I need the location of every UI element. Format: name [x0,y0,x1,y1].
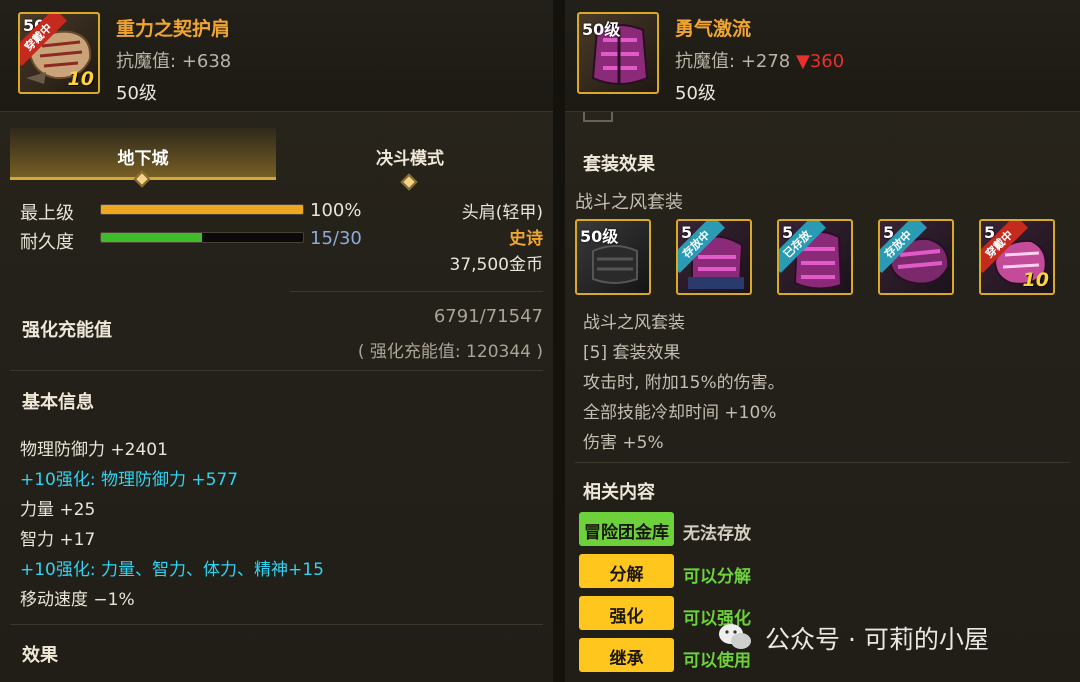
set-piece-icon[interactable]: 穿戴中 5 10 [979,219,1055,295]
tag-label: 继承 [609,649,644,669]
item-tooltip-right: 50级 勇气激流 抗魔值: +278 ▼360 50级 套装效果 战斗之风套装 … [565,0,1080,682]
item-name: 勇气激流 [675,18,752,40]
item-header: 50级 勇气激流 抗魔值: +278 ▼360 50级 [565,0,1080,112]
set-piece-icon[interactable]: 存放中 5 [878,219,954,295]
watermark-text: 公众号 · 可莉的小屋 [765,625,989,654]
magic-resist-down: ▼360 [796,51,845,72]
durability-value: 15/30 [310,228,362,249]
stat-line: +10强化: 物理防御力 +577 [20,470,239,490]
charge-sub: ( 强化充能值: 120344 ) [357,342,543,362]
divider [10,370,543,371]
tab-dungeon[interactable]: 地下城 [10,128,276,188]
item-slot: 头肩(轻甲) [461,203,543,223]
stat-line: 物理防御力 +2401 [20,440,168,460]
adventure-vault-tag[interactable]: 冒险团金库 [579,512,674,546]
tab-diamond-icon [400,173,418,191]
item-rarity: 史诗 [509,229,543,249]
shoulder-armor-icon[interactable]: 50 穿戴中 10 [18,12,100,94]
grade-value: 100% [310,200,362,221]
stat-line: 智力 +17 [20,530,96,550]
set-desc-line: 伤害 +5% [583,433,664,453]
divider [575,462,1070,463]
durability-bar [100,232,304,243]
icon-level-badge: 5 [883,223,895,242]
grade-bar-fill [101,205,303,214]
icon-level-badge: 50级 [582,20,621,39]
item-price: 37,500金币 [449,255,543,275]
tab-pvp-label: 决斗模式 [376,149,444,169]
charge-title: 强化充能值 [22,320,112,341]
magic-resist-label: 抗魔值: [116,51,177,72]
set-piece-icon[interactable]: 已存放 5 [777,219,853,295]
set-piece-icon[interactable]: 50级 [575,219,651,295]
icon-level-badge: 50级 [580,227,619,246]
magic-resist-label: 抗魔值: [675,51,736,72]
wechat-icon [719,624,751,649]
inherit-tag[interactable]: 继承 [579,638,674,672]
tab-dungeon-label: 地下城 [117,149,169,169]
magic-resist-value: +278 [740,51,791,72]
charge-value: 6791/71547 [433,306,543,327]
tag-label: 强化 [609,607,644,627]
stat-line: 移动速度 −1% [20,590,135,610]
tag-label: 冒险团金库 [584,523,669,543]
divider [290,291,543,292]
durability-label: 耐久度 [20,232,74,253]
tag-label: 分解 [609,565,644,585]
item-level: 50级 [675,83,716,104]
icon-level-badge: 5 [681,223,693,242]
set-effect-title: 套装效果 [583,154,655,175]
vault-status: 无法存放 [683,524,751,544]
item-name: 重力之契护肩 [116,18,231,40]
enhance-level: 10 [67,68,94,90]
item-level: 50级 [116,83,157,104]
grade-label: 最上级 [20,203,74,224]
magic-resist: 抗魔值: +638 [116,47,231,73]
enhance-level: 10 [1022,269,1049,291]
durability-bar-fill [101,233,202,242]
set-name: 战斗之风套装 [575,192,683,213]
panel-divider [553,0,565,682]
set-desc-line: [5] 套装效果 [583,343,681,363]
enhance-tag[interactable]: 强化 [579,596,674,630]
stat-line: 力量 +25 [20,500,96,520]
icon-level-badge: 5 [782,223,794,242]
magic-resist-value: +638 [181,51,232,72]
magic-resist: 抗魔值: +278 ▼360 [675,47,844,73]
disassemble-tag[interactable]: 分解 [579,554,674,588]
effect-title: 效果 [22,645,58,666]
disassemble-status: 可以分解 [683,567,751,587]
tab-pvp[interactable]: 决斗模式 [277,128,543,191]
icon-level-badge: 5 [984,223,996,242]
set-piece-icon[interactable]: 存放中 5 [676,219,752,295]
grade-bar [100,204,304,215]
mode-tabs: 地下城 决斗模式 [10,128,543,191]
tab-diamond-icon [133,170,151,188]
stat-line: +10强化: 力量、智力、体力、精神+15 [20,560,324,580]
divider [10,624,543,625]
basic-info-title: 基本信息 [22,392,94,413]
related-title: 相关内容 [583,482,655,503]
set-desc-line: 攻击时, 附加15%的伤害。 [583,373,785,393]
item-header: 50 穿戴中 10 重力之契护肩 抗魔值: +638 50级 [0,0,553,112]
set-desc-line: 全部技能冷却时间 +10% [583,403,777,423]
item-tooltip-left: 50 穿戴中 10 重力之契护肩 抗魔值: +638 50级 地下城 决斗模式 … [0,0,553,682]
scroll-indicator [583,112,613,122]
chest-armor-icon[interactable]: 50级 [577,12,659,94]
set-desc-name: 战斗之风套装 [583,313,685,333]
